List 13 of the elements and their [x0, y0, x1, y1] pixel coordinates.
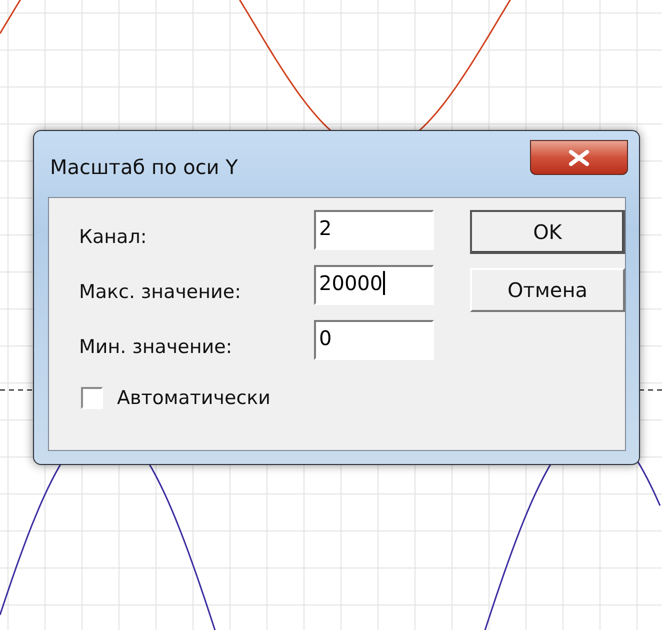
field-label: Макс. значение:: [79, 281, 241, 305]
dialog-button[interactable]: Отмена: [470, 268, 625, 312]
field-label: Мин. значение:: [79, 336, 232, 360]
checkbox[interactable]: [81, 387, 103, 409]
window-title: Масштаб по оси Y: [50, 155, 238, 179]
close-icon: [568, 150, 590, 166]
input-field[interactable]: 20000: [314, 265, 434, 305]
input-field[interactable]: 2: [314, 210, 434, 250]
input-field[interactable]: 0: [314, 320, 434, 360]
field-label: Канал:: [79, 226, 147, 250]
dialog-button[interactable]: OK: [470, 210, 625, 254]
close-button[interactable]: [530, 140, 628, 175]
checkbox-label[interactable]: Автоматически: [117, 387, 270, 409]
